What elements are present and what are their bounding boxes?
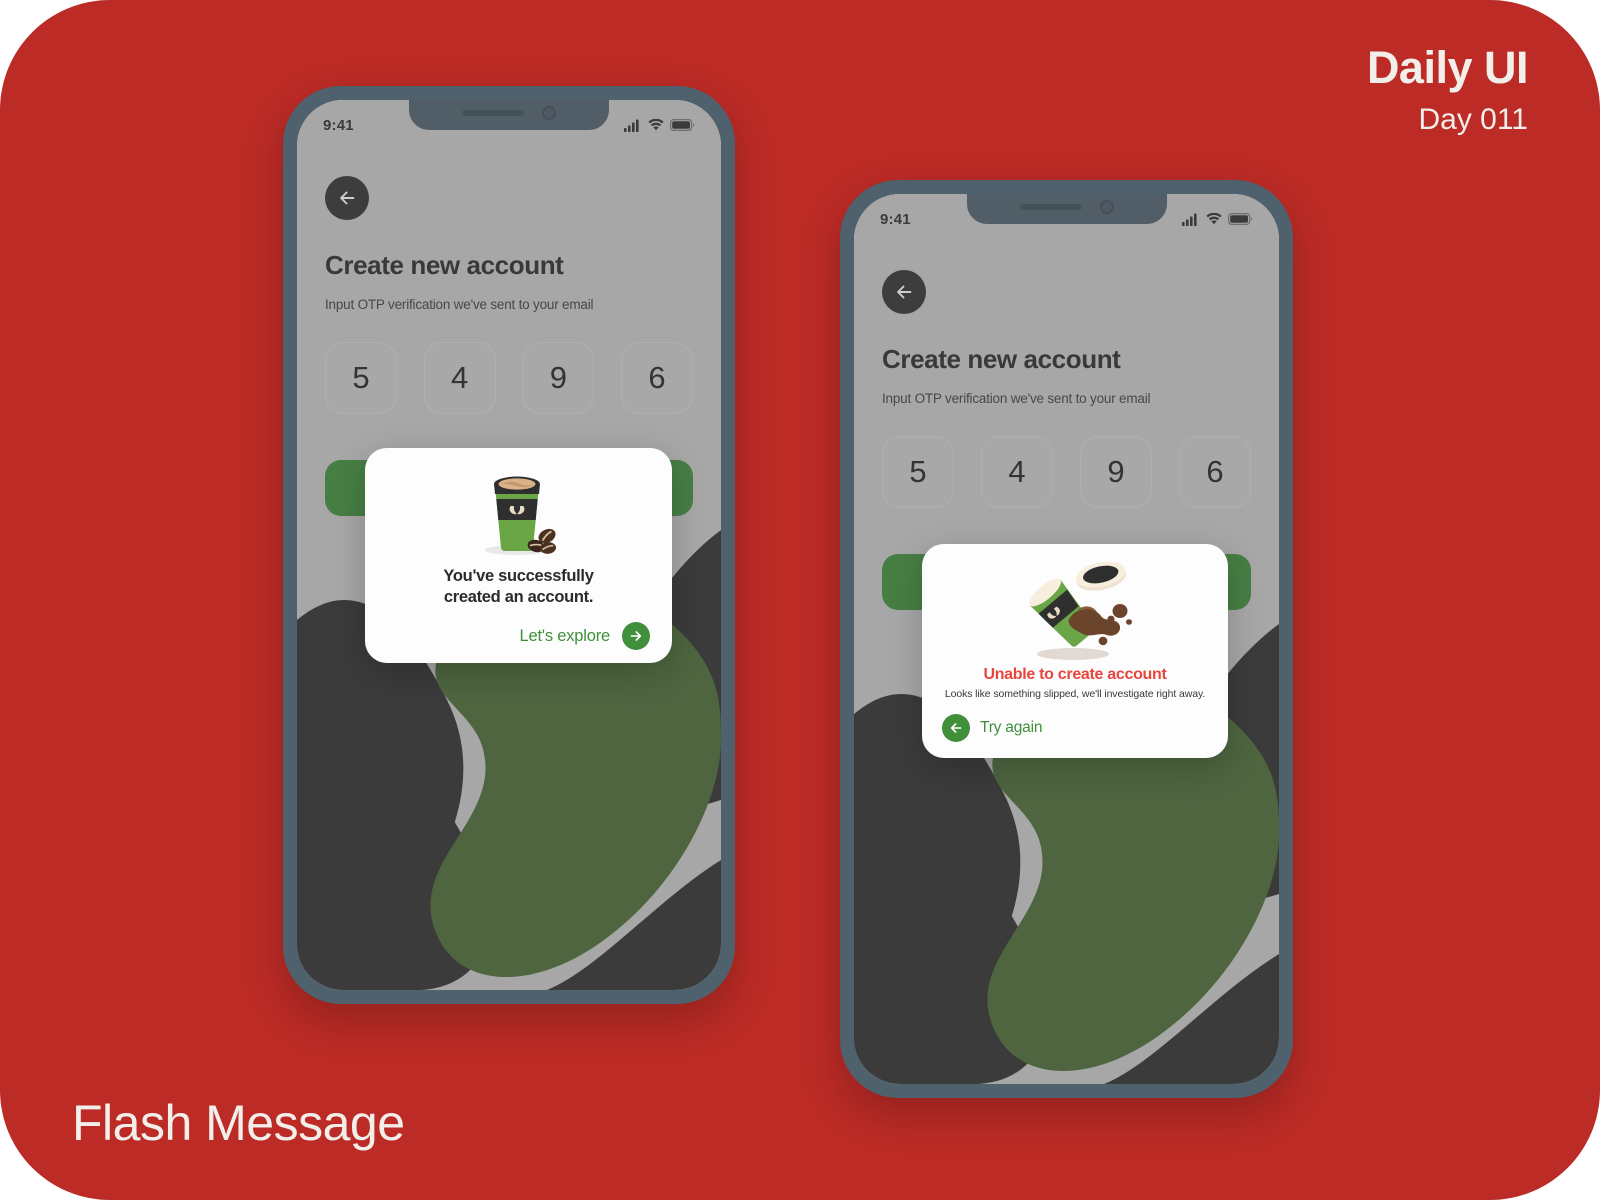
otp-input-row: 5 4 9 6 [325, 342, 693, 414]
error-title: Unable to create account [983, 666, 1167, 683]
status-time: 9:41 [880, 210, 911, 228]
status-icons [1182, 213, 1253, 226]
arrow-right-icon [630, 631, 642, 642]
otp-digit-1[interactable]: 5 [882, 436, 954, 508]
wifi-icon [1206, 213, 1222, 225]
success-message-line-2: created an account. [443, 588, 594, 607]
try-again-label: Try again [980, 719, 1043, 736]
success-message-line-1: You've successfully [443, 567, 594, 585]
poster-footer-label: Flash Message [72, 1095, 405, 1151]
back-button[interactable] [882, 270, 926, 314]
otp-digit-3[interactable]: 9 [1080, 436, 1152, 508]
page-subtitle: Input OTP verification we've sent to you… [882, 391, 1151, 406]
page-title: Create new account [325, 250, 564, 280]
otp-digit-4[interactable]: 6 [620, 342, 693, 414]
status-icons [624, 119, 695, 132]
front-camera-icon [542, 106, 556, 120]
phone-notch-error [966, 194, 1167, 224]
wifi-icon [648, 119, 664, 131]
otp-digit-1[interactable]: 5 [325, 342, 397, 414]
daily-ui-title: Daily UI [1366, 42, 1529, 93]
phone-notch-success [409, 100, 609, 130]
spilled-coffee-cup-icon [1029, 561, 1132, 660]
try-again-button[interactable]: Try again [942, 714, 1208, 742]
otp-input-row: 5 4 9 6 [882, 436, 1251, 508]
arrow-left-icon [340, 191, 355, 205]
cellular-signal-icon [624, 119, 639, 132]
arrow-right-circle-icon [622, 622, 650, 651]
battery-icon [1228, 213, 1253, 225]
daily-ui-day: Day 011 [1418, 103, 1528, 137]
page-subtitle: Input OTP verification we've sent to you… [325, 297, 594, 312]
screenshot-canvas: Daily UI Day 011 Flash Message 9:41 Crea… [0, 0, 1600, 1200]
flash-message-error: Unable to create account Looks like some… [922, 544, 1228, 758]
phone-screen-error: 9:41 Create new account Input OTP verifi… [854, 194, 1279, 1084]
cellular-signal-icon [1182, 213, 1197, 226]
otp-digit-2[interactable]: 4 [423, 342, 496, 414]
lets-explore-button[interactable]: Let's explore [387, 622, 650, 651]
arrow-left-icon [897, 285, 912, 299]
daily-ui-header: Daily UI Day 011 [1366, 42, 1529, 137]
status-time: 9:41 [323, 116, 354, 134]
error-subtitle: Looks like something slipped, we'll inve… [944, 688, 1206, 700]
earpiece-speaker-icon [1019, 204, 1082, 210]
front-camera-icon [1099, 200, 1114, 214]
arrow-left-icon [950, 723, 962, 733]
error-illustration [942, 556, 1208, 664]
page-title: Create new account [882, 344, 1121, 374]
back-button[interactable] [325, 176, 369, 220]
coffee-cup-with-beans-icon [484, 476, 556, 555]
arrow-left-circle-icon [942, 714, 970, 742]
otp-digit-3[interactable]: 9 [522, 342, 595, 414]
flash-message-success: You've successfully created an account. … [365, 448, 672, 663]
otp-digit-4[interactable]: 6 [1179, 436, 1251, 508]
earpiece-speaker-icon [462, 110, 524, 116]
success-message: You've successfully created an account. [387, 566, 650, 608]
lets-explore-label: Let's explore [519, 626, 611, 645]
phone-mockup-error: 9:41 Create new account Input OTP verifi… [840, 180, 1293, 1098]
battery-icon [670, 119, 695, 131]
success-illustration [387, 464, 650, 562]
phone-mockup-success: 9:41 Create new account Input OTP verifi… [283, 86, 735, 1004]
poster-background: Daily UI Day 011 Flash Message 9:41 Crea… [0, 0, 1600, 1200]
otp-digit-2[interactable]: 4 [981, 436, 1053, 508]
phone-screen-success: 9:41 Create new account Input OTP verifi… [297, 100, 721, 990]
